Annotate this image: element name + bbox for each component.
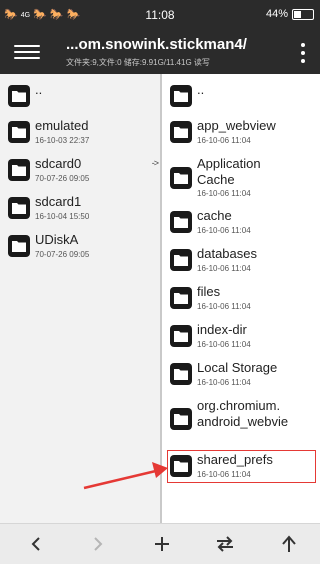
bottom-toolbar xyxy=(0,523,320,564)
item-date: 70-07-26 09:05 xyxy=(35,250,90,259)
item-date: 16-10-04 15:50 xyxy=(35,212,90,221)
item-name: databases xyxy=(197,246,257,261)
folder-icon xyxy=(170,211,192,233)
active-path-indicator: -> xyxy=(151,158,159,168)
battery-level xyxy=(294,10,302,18)
item-date: 16-10-06 11:04 xyxy=(197,378,251,387)
folder-icon xyxy=(8,197,30,219)
folder-icon xyxy=(170,287,192,309)
item-date: 16-10-06 11:04 xyxy=(197,302,251,311)
add-icon[interactable] xyxy=(148,532,176,556)
current-path-title: ...om.snowink.stickman4/ xyxy=(66,36,247,53)
left-pane: .. emulated 16-10-03 22:37 sdcard0 70-07… xyxy=(0,74,160,523)
item-name: index-dir xyxy=(197,322,247,337)
list-item[interactable]: Local Storage 16-10-06 11:04 xyxy=(162,356,320,394)
storage-summary: 文件夹:9,文件:0 储存:9.91G/11.41G 读写 xyxy=(66,58,210,67)
list-item[interactable]: files 16-10-06 11:04 xyxy=(162,280,320,318)
folder-icon xyxy=(170,167,192,189)
folder-icon xyxy=(170,408,192,430)
hamburger-menu-icon[interactable] xyxy=(14,41,40,63)
status-right: 44% xyxy=(266,8,314,20)
folder-icon xyxy=(170,363,192,385)
list-item[interactable]: emulated 16-10-03 22:37 xyxy=(0,114,160,152)
item-name: shared_prefs xyxy=(197,452,273,467)
item-name: emulated xyxy=(35,118,89,133)
item-name: UDiskA xyxy=(35,232,79,247)
item-date: 70-07-26 09:05 xyxy=(35,174,90,183)
app-toolbar: ...om.snowink.stickman4/ 文件夹:9,文件:0 储存:9… xyxy=(0,30,320,74)
battery-percent: 44% xyxy=(265,8,288,20)
item-name-line-1: org.chromium. xyxy=(197,398,281,413)
item-date: 16-10-06 11:04 xyxy=(197,136,251,145)
list-item[interactable]: sdcard0 70-07-26 09:05 -> xyxy=(0,152,160,190)
item-name: app_webview xyxy=(197,118,276,133)
item-date: 16-10-06 11:04 xyxy=(197,340,251,349)
status-bar: 🐎 4G 🐎 🐎 🐎 11:08 44% xyxy=(0,0,320,30)
item-date: 16-10-06 11:04 xyxy=(197,189,251,198)
folder-icon xyxy=(8,159,30,181)
item-name: cache xyxy=(197,208,232,223)
list-item[interactable]: index-dir 16-10-06 11:04 xyxy=(162,318,320,356)
list-item[interactable]: databases 16-10-06 11:04 xyxy=(162,242,320,280)
item-date: 16-10-06 11:04 xyxy=(197,264,251,273)
up-icon[interactable] xyxy=(275,532,303,556)
item-name-line-2: Cache xyxy=(197,172,235,187)
item-name: Local Storage xyxy=(197,360,278,375)
item-name: .. xyxy=(197,82,205,97)
list-item[interactable]: app_webview 16-10-06 11:04 xyxy=(162,114,320,152)
battery-icon xyxy=(292,8,314,20)
list-item[interactable]: UDiskA 70-07-26 09:05 xyxy=(0,228,160,266)
list-item-shared-prefs[interactable]: shared_prefs 16-10-06 11:04 xyxy=(162,448,320,486)
item-date: 16-10-06 11:04 xyxy=(197,226,251,235)
item-name: files xyxy=(197,284,221,299)
folder-icon xyxy=(170,85,192,107)
list-item-parent[interactable]: .. xyxy=(0,78,160,116)
folder-icon xyxy=(170,121,192,143)
folder-icon xyxy=(170,325,192,347)
item-name: sdcard1 xyxy=(35,194,82,209)
item-date: 16-10-03 22:37 xyxy=(35,136,90,145)
list-item[interactable]: cache 16-10-06 11:04 xyxy=(162,204,320,242)
item-name-line-1: Application xyxy=(197,156,261,171)
folder-icon xyxy=(8,235,30,257)
item-name-line-2: android_webvie xyxy=(197,414,289,429)
list-item[interactable]: Application Cache 16-10-06 11:04 xyxy=(162,152,320,204)
folder-icon xyxy=(170,455,192,477)
folder-icon xyxy=(170,249,192,271)
more-options-icon[interactable] xyxy=(298,43,308,63)
list-item[interactable]: sdcard1 16-10-04 15:50 xyxy=(0,190,160,228)
item-name: .. xyxy=(35,82,43,97)
list-item-parent[interactable]: .. xyxy=(162,78,320,116)
item-date: 16-10-06 11:04 xyxy=(197,470,251,479)
folder-icon xyxy=(8,121,30,143)
folder-icon xyxy=(8,85,30,107)
list-item[interactable]: org.chromium. android_webvie xyxy=(162,394,320,444)
forward-icon[interactable] xyxy=(84,532,112,556)
item-name: sdcard0 xyxy=(35,156,82,171)
back-icon[interactable] xyxy=(22,532,50,556)
right-pane: .. app_webview 16-10-06 11:04 Applicatio… xyxy=(162,74,320,523)
swap-icon[interactable] xyxy=(211,532,239,556)
